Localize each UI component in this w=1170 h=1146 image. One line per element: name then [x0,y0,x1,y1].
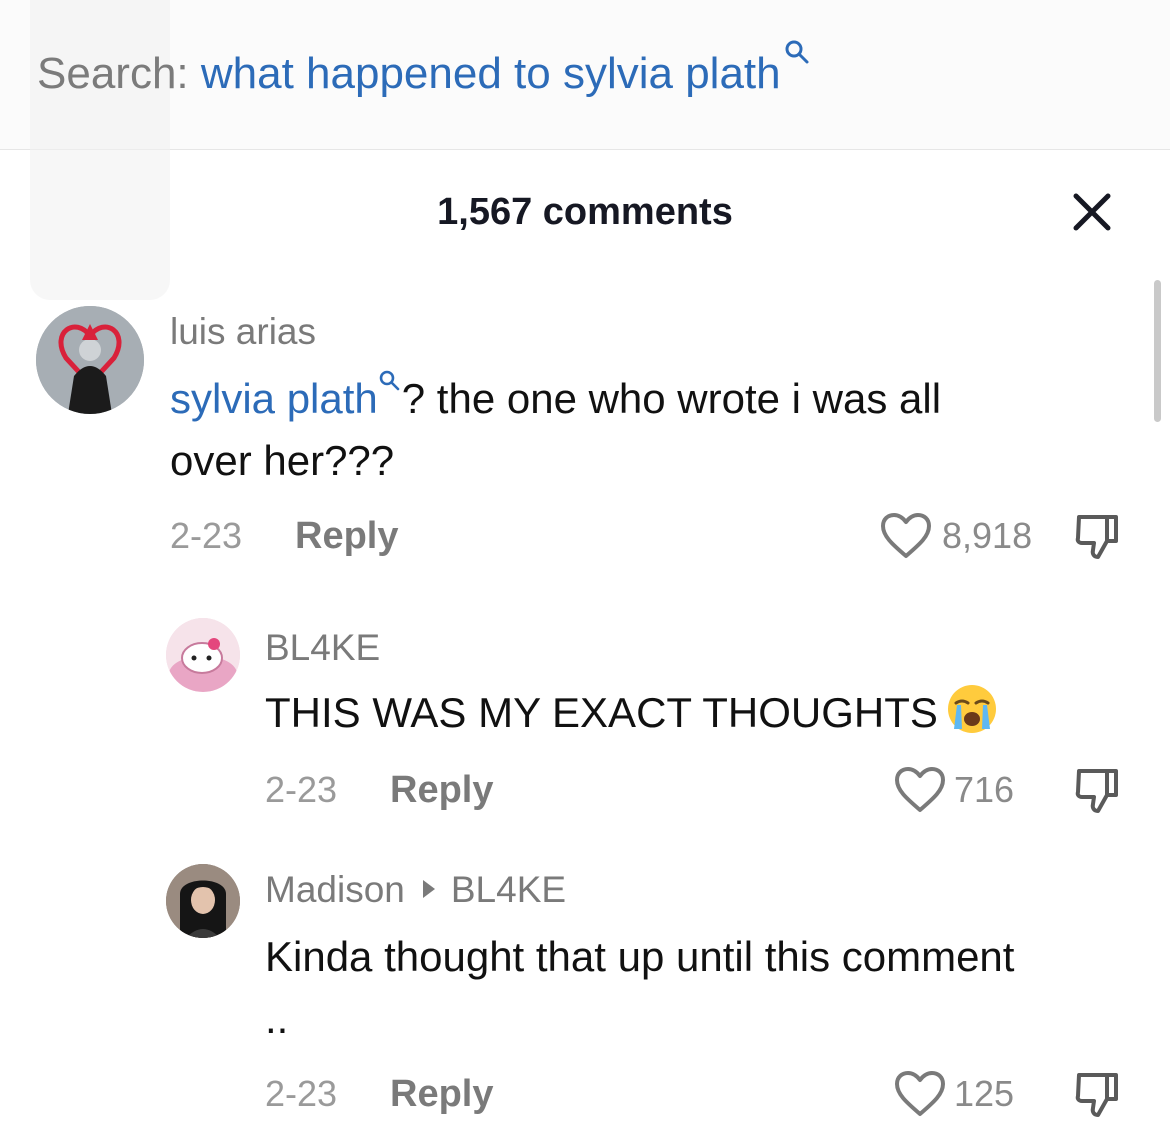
close-icon[interactable] [1070,190,1114,234]
comment-text: sylvia plath ? the one who wrote i was al… [170,368,1130,492]
search-query-line[interactable]: Search: what happened to sylvia plath [37,38,811,100]
like-count: 125 [954,1073,1015,1114]
comment-text-body: THIS WAS MY EXACT THOUGHTS [265,689,938,736]
comment-text: Kinda thought that up until this comment… [265,926,1155,1050]
like-count: 8,918 [942,515,1033,556]
like-count: 716 [954,769,1015,810]
search-query[interactable]: what happened to sylvia plath [201,49,781,98]
comment-text-line2: .. [265,995,289,1042]
dislike-icon[interactable] [1074,1071,1120,1119]
search-icon[interactable] [378,369,402,393]
comment-text: THIS WAS MY EXACT THOUGHTS [265,682,1145,744]
avatar[interactable] [166,864,240,938]
reply-to-username[interactable]: BL4KE [451,869,566,910]
reply-button[interactable]: Reply [390,768,493,812]
search-prefix: Search: [37,49,189,98]
scrollbar[interactable] [1154,280,1161,422]
dislike-icon[interactable] [1074,513,1120,561]
comment-username[interactable]: BL4KE [265,626,380,670]
avatar[interactable] [36,306,144,414]
comment-text-line2: over her??? [170,437,395,484]
avatar-image [166,864,240,938]
avatar-image [166,618,240,692]
comments-count: 1,567 comments [437,191,733,233]
comment-date: 2-23 [265,1073,338,1114]
loudly-crying-face-icon [947,685,996,733]
comment-username[interactable]: Madison [265,869,405,910]
avatar[interactable] [166,618,240,692]
avatar-image [36,306,144,414]
heart-icon[interactable] [894,1070,946,1118]
comment-date: 2-23 [265,769,338,810]
reply-arrow-icon [422,880,435,898]
reply-button[interactable]: Reply [295,514,398,558]
comment-search-link[interactable]: sylvia plath [170,375,378,422]
comment-username[interactable]: luis arias [170,310,316,354]
comment-text-line1: Kinda thought that up until this comment [265,933,1015,980]
comment-text-rest: ? the one who wrote i was all [401,375,942,422]
heart-icon[interactable] [880,512,932,560]
search-icon[interactable] [783,38,811,66]
reply-button[interactable]: Reply [390,1072,493,1116]
dislike-icon[interactable] [1074,767,1120,815]
heart-icon[interactable] [894,766,946,814]
comment-username-line: Madison BL4KE [265,868,566,912]
comment-date: 2-23 [170,515,243,556]
